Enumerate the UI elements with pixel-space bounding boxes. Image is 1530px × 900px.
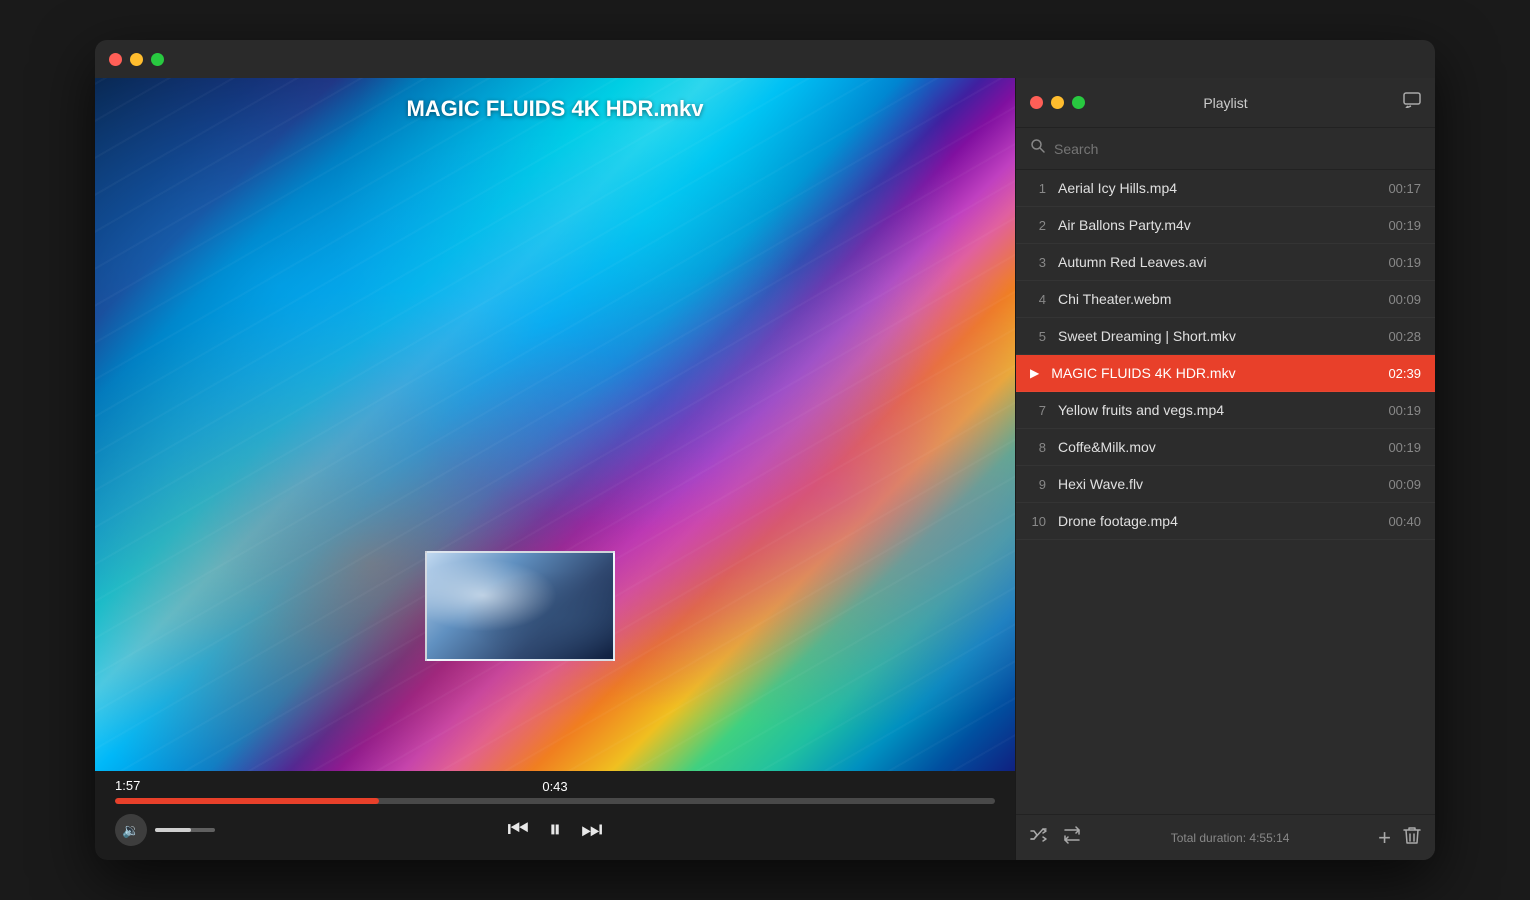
volume-fill [155,828,191,832]
item-number: 3 [1030,255,1046,270]
shuffle-button[interactable] [1030,827,1050,848]
progress-container: 1:57 [115,798,995,804]
playlist-traffic-lights [1030,96,1085,109]
volume-button[interactable]: 🔉 [115,814,147,846]
item-name: MAGIC FLUIDS 4K HDR.mkv [1051,365,1376,381]
pause-button[interactable]: ⏸ [549,816,561,844]
playlist-item[interactable]: 8 Coffe&Milk.mov 00:19 [1016,429,1435,466]
next-icon: ⏭ [581,816,603,844]
add-button[interactable]: + [1378,827,1391,849]
prev-button[interactable]: ⏮ [507,816,529,844]
item-name: Autumn Red Leaves.avi [1058,254,1376,270]
item-name: Hexi Wave.flv [1058,476,1376,492]
item-duration: 00:19 [1388,440,1421,455]
item-duration: 00:09 [1388,477,1421,492]
video-title: MAGIC FLUIDS 4K HDR.mkv [95,96,1015,122]
playlist-footer: Total duration: 4:55:14 + [1016,814,1435,860]
traffic-lights [109,53,164,66]
progress-track[interactable] [115,798,995,804]
pause-icon: ⏸ [549,816,561,844]
progress-fill [115,798,379,804]
playlist-item[interactable]: 9 Hexi Wave.flv 00:09 [1016,466,1435,503]
video-background[interactable] [95,78,1015,771]
hover-time-display: 0:43 [115,779,995,794]
item-name: Aerial Icy Hills.mp4 [1058,180,1376,196]
chat-icon[interactable] [1403,92,1421,113]
search-input[interactable] [1054,141,1421,157]
playlist-item[interactable]: 10 Drone footage.mp4 00:40 [1016,503,1435,540]
title-bar [95,40,1435,78]
playlist-item[interactable]: 4 Chi Theater.webm 00:09 [1016,281,1435,318]
play-icon: ▶ [1030,366,1039,380]
volume-slider[interactable] [155,828,215,832]
playlist-item[interactable]: 1 Aerial Icy Hills.mp4 00:17 [1016,170,1435,207]
playlist-panel: Playlist [1015,78,1435,860]
item-name: Sweet Dreaming | Short.mkv [1058,328,1376,344]
item-duration: 00:19 [1388,255,1421,270]
item-number: 4 [1030,292,1046,307]
item-duration: 00:17 [1388,181,1421,196]
item-duration: 00:09 [1388,292,1421,307]
item-name: Coffe&Milk.mov [1058,439,1376,455]
current-time-label: 1:57 [115,778,140,793]
item-duration: 00:19 [1388,403,1421,418]
app-window: MAGIC FLUIDS 4K HDR.mkv 0:43 1:57 🔉 [95,40,1435,860]
playlist-title: Playlist [1203,95,1247,111]
search-bar [1016,128,1435,170]
playlist-minimize-button[interactable] [1051,96,1064,109]
item-number: 1 [1030,181,1046,196]
item-number: 9 [1030,477,1046,492]
search-icon [1030,138,1046,159]
close-button[interactable] [109,53,122,66]
repeat-icon [1062,826,1082,849]
playlist-title-bar: Playlist [1016,78,1435,128]
next-button[interactable]: ⏭ [581,816,603,844]
prev-icon: ⏮ [507,816,529,844]
item-duration: 02:39 [1388,366,1421,381]
item-name: Air Ballons Party.m4v [1058,217,1376,233]
playlist-item[interactable]: 7 Yellow fruits and vegs.mp4 00:19 [1016,392,1435,429]
playlist-maximize-button[interactable] [1072,96,1085,109]
main-content: MAGIC FLUIDS 4K HDR.mkv 0:43 1:57 🔉 [95,78,1435,860]
item-number: 10 [1030,514,1046,529]
item-number: 7 [1030,403,1046,418]
add-icon: + [1378,825,1391,850]
playlist-close-button[interactable] [1030,96,1043,109]
video-area: MAGIC FLUIDS 4K HDR.mkv 0:43 1:57 🔉 [95,78,1015,860]
controls-bar: 0:43 1:57 🔉 [95,771,1015,860]
playlist-item[interactable]: 2 Air Ballons Party.m4v 00:19 [1016,207,1435,244]
delete-button[interactable] [1403,825,1421,850]
playlist-items: 1 Aerial Icy Hills.mp4 00:17 2 Air Ballo… [1016,170,1435,814]
item-duration: 00:28 [1388,329,1421,344]
volume-area: 🔉 [115,814,215,846]
item-duration: 00:40 [1388,514,1421,529]
item-number: 8 [1030,440,1046,455]
playlist-item[interactable]: 5 Sweet Dreaming | Short.mkv 00:28 [1016,318,1435,355]
delete-icon [1403,829,1421,849]
repeat-button[interactable] [1062,826,1082,849]
playlist-item[interactable]: 3 Autumn Red Leaves.avi 00:19 [1016,244,1435,281]
item-duration: 00:19 [1388,218,1421,233]
total-duration: Total duration: 4:55:14 [1094,831,1366,845]
shuffle-icon [1030,827,1050,848]
thumbnail-preview [425,551,615,661]
item-number: 5 [1030,329,1046,344]
chat-svg [1403,92,1421,108]
playlist-item[interactable]: ▶ MAGIC FLUIDS 4K HDR.mkv 02:39 [1016,355,1435,392]
maximize-button[interactable] [151,53,164,66]
item-name: Yellow fruits and vegs.mp4 [1058,402,1376,418]
item-name: Drone footage.mp4 [1058,513,1376,529]
minimize-button[interactable] [130,53,143,66]
item-name: Chi Theater.webm [1058,291,1376,307]
item-number: 2 [1030,218,1046,233]
controls-row: 🔉 ⏮ ⏸ ⏭ [115,816,995,844]
volume-icon: 🔉 [122,822,139,839]
